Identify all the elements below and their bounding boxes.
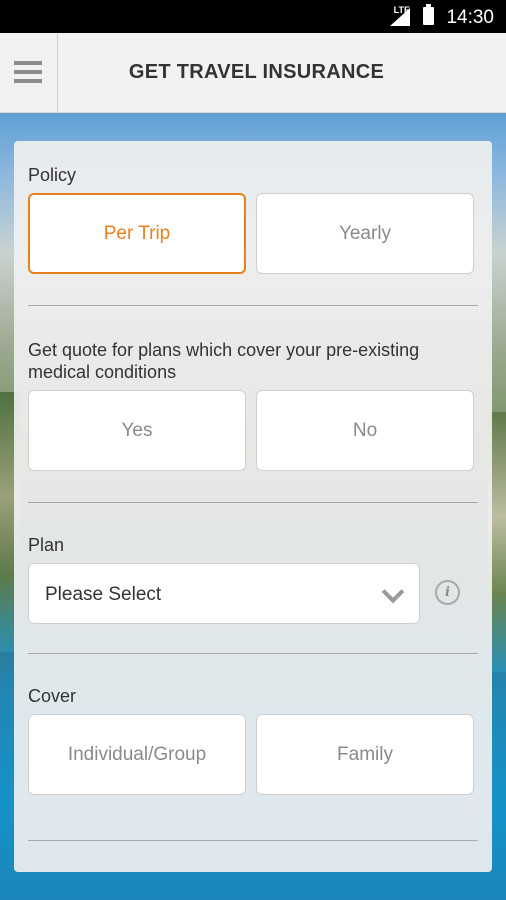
divider [28, 502, 478, 503]
battery-icon [423, 4, 434, 25]
cover-label: Cover [28, 686, 77, 706]
pre-existing-label: Get quote for plans which cover your pre… [28, 340, 420, 382]
page-title: GET TRAVEL INSURANCE [128, 61, 385, 83]
status-bar: LTE 14:30 [0, 0, 506, 33]
cover-family-button[interactable]: Family [256, 714, 474, 795]
quote-form-card: Policy Per Trip Yearly Get quote for pla… [14, 141, 492, 872]
info-icon[interactable]: i [435, 580, 460, 605]
app-bar: GET TRAVEL INSURANCE [0, 33, 506, 113]
menu-icon[interactable] [0, 33, 58, 112]
cover-individual-group-button[interactable]: Individual/Group [28, 714, 246, 795]
policy-yearly-button[interactable]: Yearly [256, 193, 474, 274]
plan-label: Plan [28, 535, 65, 555]
divider [28, 305, 478, 306]
policy-label: Policy [28, 165, 77, 185]
policy-per-trip-button[interactable]: Per Trip [28, 193, 246, 274]
clock: 14:30 [446, 7, 494, 28]
pre-existing-no-button[interactable]: No [256, 390, 474, 471]
plan-select-value: Please Select [45, 584, 162, 605]
pre-existing-yes-button[interactable]: Yes [28, 390, 246, 471]
divider [28, 653, 478, 654]
chevron-down-icon [381, 580, 405, 604]
plan-select[interactable]: Please Select [28, 563, 420, 624]
signal-icon [390, 8, 410, 26]
divider [28, 840, 478, 841]
